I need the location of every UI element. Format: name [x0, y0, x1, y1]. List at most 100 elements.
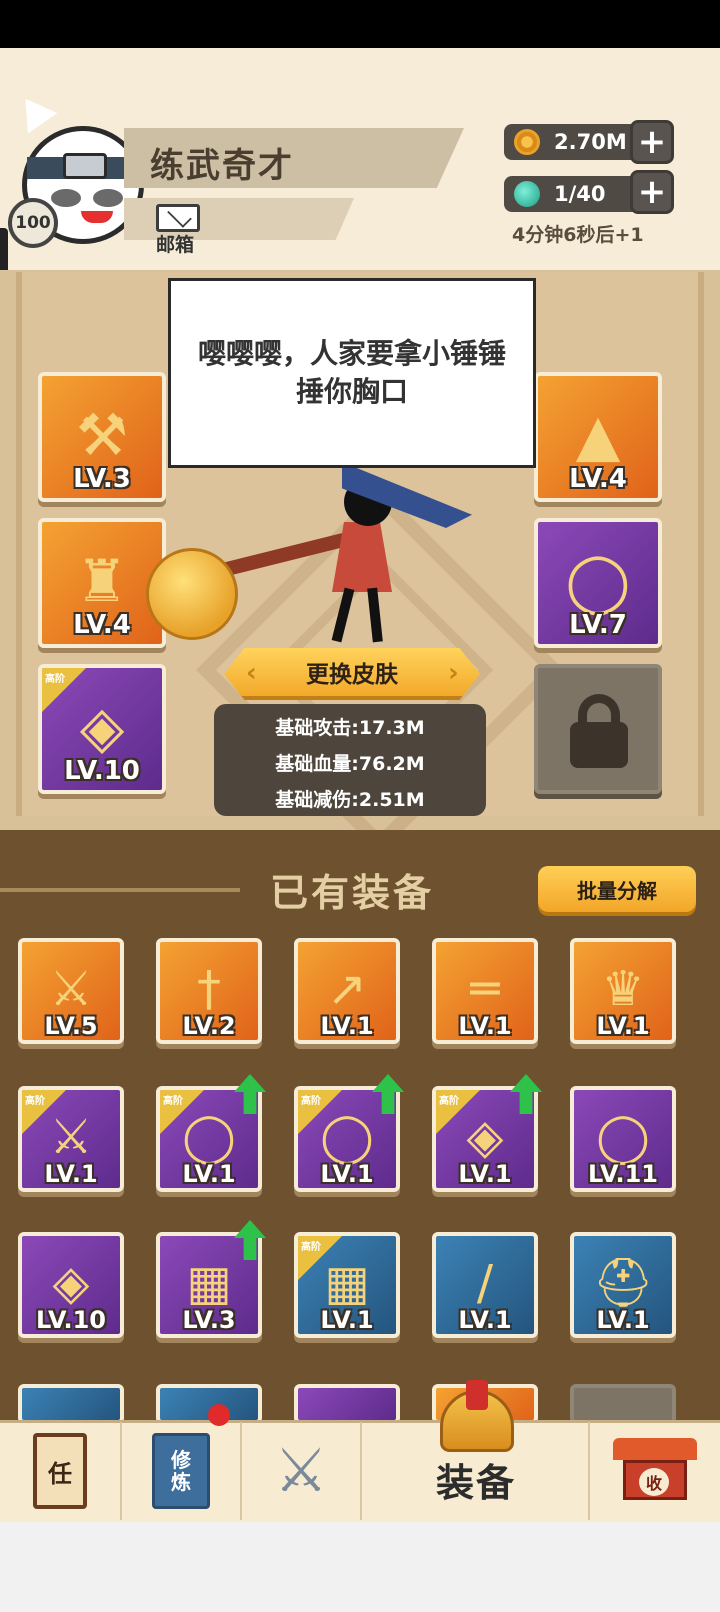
red-armor-icon: ♜ [76, 546, 128, 615]
coin-icon [514, 129, 540, 155]
energy-gem-icon [514, 181, 540, 207]
inventory-item-partial[interactable] [294, 1384, 400, 1424]
inventory-item[interactable]: 高阶 ▦ LV.1 [294, 1232, 400, 1338]
right-eye [93, 189, 123, 207]
silver-sword-icon: † [197, 961, 221, 1018]
pendant-icon: ◈ [466, 1109, 504, 1166]
hair-spike [10, 88, 58, 134]
equip-slot-ring[interactable]: ◯ LV.7 [534, 518, 662, 648]
inventory-item[interactable]: ◯ LV.11 [570, 1086, 676, 1192]
equip-slot-hat[interactable]: ▲ LV.4 [534, 372, 662, 502]
equip-level: LV.3 [73, 464, 131, 494]
headband-plate-icon [63, 153, 107, 179]
hero-character [310, 462, 472, 652]
item-level: LV.2 [182, 1012, 236, 1040]
inventory-item[interactable]: ↗ LV.1 [294, 938, 400, 1044]
equip-level: LV.4 [569, 464, 627, 494]
inventory-item[interactable]: ═ LV.1 [432, 938, 538, 1044]
nav-cultivate[interactable]: 修 炼 [122, 1420, 240, 1522]
equip-level: LV.7 [569, 610, 627, 640]
gold-ring-icon: ◯ [596, 1109, 650, 1166]
sapphire-ring-icon: ◯ [320, 1109, 374, 1166]
shop-pavilion-icon: 收 [613, 1438, 697, 1504]
change-skin-button[interactable]: 更换皮肤 [224, 648, 480, 700]
lock-icon [570, 722, 628, 768]
coin-amount: 2.70M [554, 130, 627, 154]
player-level-badge: 100 [8, 198, 58, 248]
helmet-crest [466, 1380, 488, 1410]
energy-regen-timer: 4分钟6秒后+1 [512, 224, 644, 246]
chevron-right-icon: › [448, 658, 459, 688]
stat-attack: 基础攻击:17.3M [275, 716, 425, 739]
equip-slot-necklace[interactable]: 高阶 ◈ LV.10 [38, 664, 166, 794]
equip-slot-weapon[interactable]: ⚒ LV.3 [38, 372, 166, 502]
inventory-item[interactable]: ⛑ LV.1 [570, 1232, 676, 1338]
crossed-swords-icon: ⚔ [274, 1436, 328, 1506]
stat-hp: 基础血量:76.2M [275, 752, 425, 775]
notification-dot [208, 1404, 230, 1426]
equip-level: LV.10 [64, 756, 140, 786]
inventory-item[interactable]: † LV.2 [156, 938, 262, 1044]
nav-divider [360, 1422, 362, 1520]
divider [0, 888, 240, 892]
jade-bracer-icon: ▦ [186, 1255, 232, 1312]
mail-label[interactable]: 邮箱 [156, 230, 194, 257]
hero-body [332, 522, 392, 592]
golden-hammer-icon: ⚒ [76, 400, 128, 469]
blue-robe-icon: ♛ [601, 961, 645, 1018]
inventory-title: 已有装备 [270, 871, 435, 915]
nav-tasks[interactable]: 任 [0, 1420, 120, 1522]
inventory-item[interactable]: / LV.1 [432, 1232, 538, 1338]
hero-leg [331, 587, 355, 643]
green-ring-icon: ◯ [565, 546, 631, 615]
item-level: LV.1 [44, 1160, 98, 1188]
equip-slot-locked[interactable] [534, 664, 662, 794]
item-level: LV.10 [36, 1306, 106, 1334]
inventory-item-partial[interactable] [18, 1384, 124, 1424]
item-level: LV.3 [182, 1306, 236, 1334]
spear-icon: ↗ [326, 961, 368, 1018]
mail-icon[interactable] [156, 204, 200, 232]
item-level: LV.5 [44, 1012, 98, 1040]
hero-leg [367, 587, 383, 643]
golden-helmet-icon: ⛑ [592, 1255, 654, 1312]
task-scroll-icon: 任 [33, 1433, 87, 1509]
straw-hat-icon: ▲ [575, 400, 621, 469]
inventory-item[interactable]: ♛ LV.1 [570, 938, 676, 1044]
inventory-item[interactable]: ◈ LV.10 [18, 1232, 124, 1338]
speech-bubble: 嘤嘤嘤，人家要拿小锤锤捶你胸口 [168, 278, 536, 468]
mouth [81, 211, 113, 223]
bronze-pendant-icon: ◈ [52, 1255, 90, 1312]
energy-amount: 1/40 [554, 182, 606, 206]
nav-shop[interactable]: 收 [590, 1420, 720, 1522]
status-bar [0, 0, 720, 48]
inventory-item-partial[interactable] [570, 1384, 676, 1424]
inventory-item[interactable]: 高阶 ⚔ LV.1 [18, 1086, 124, 1192]
add-energy-button[interactable]: + [630, 170, 674, 214]
rifle-icon: ═ [470, 961, 500, 1018]
machete-icon: ⚔ [49, 1109, 93, 1166]
inventory-item[interactable]: ⚔ LV.5 [18, 938, 124, 1044]
equip-level: LV.4 [73, 610, 131, 640]
left-eye [51, 189, 81, 207]
golden-sword-icon: ⚔ [49, 961, 93, 1018]
nav-battle[interactable]: ⚔ [242, 1420, 360, 1522]
item-level: LV.1 [182, 1160, 236, 1188]
nav-equipment-label[interactable]: 装备 [436, 1452, 516, 1507]
chevron-left-icon: ‹ [246, 658, 257, 688]
item-level: LV.1 [458, 1306, 512, 1334]
item-level: LV.1 [596, 1012, 650, 1040]
golden-hammer-head [146, 548, 238, 640]
system-navigation-bar [0, 1522, 720, 1612]
item-level: LV.1 [320, 1012, 374, 1040]
batch-dismantle-button[interactable]: 批量分解 [538, 866, 696, 912]
base-stats-panel: 基础攻击:17.3M 基础血量:76.2M 基础减伤:2.51M [214, 704, 486, 816]
cultivate-book-icon: 修 炼 [152, 1433, 210, 1509]
add-coins-button[interactable]: + [630, 120, 674, 164]
stat-defense: 基础减伤:2.51M [275, 788, 425, 811]
item-level: LV.1 [320, 1306, 374, 1334]
item-level: LV.11 [588, 1160, 658, 1188]
item-level: LV.1 [320, 1160, 374, 1188]
item-level: LV.1 [458, 1160, 512, 1188]
player-name: 练武奇才 [150, 146, 294, 186]
